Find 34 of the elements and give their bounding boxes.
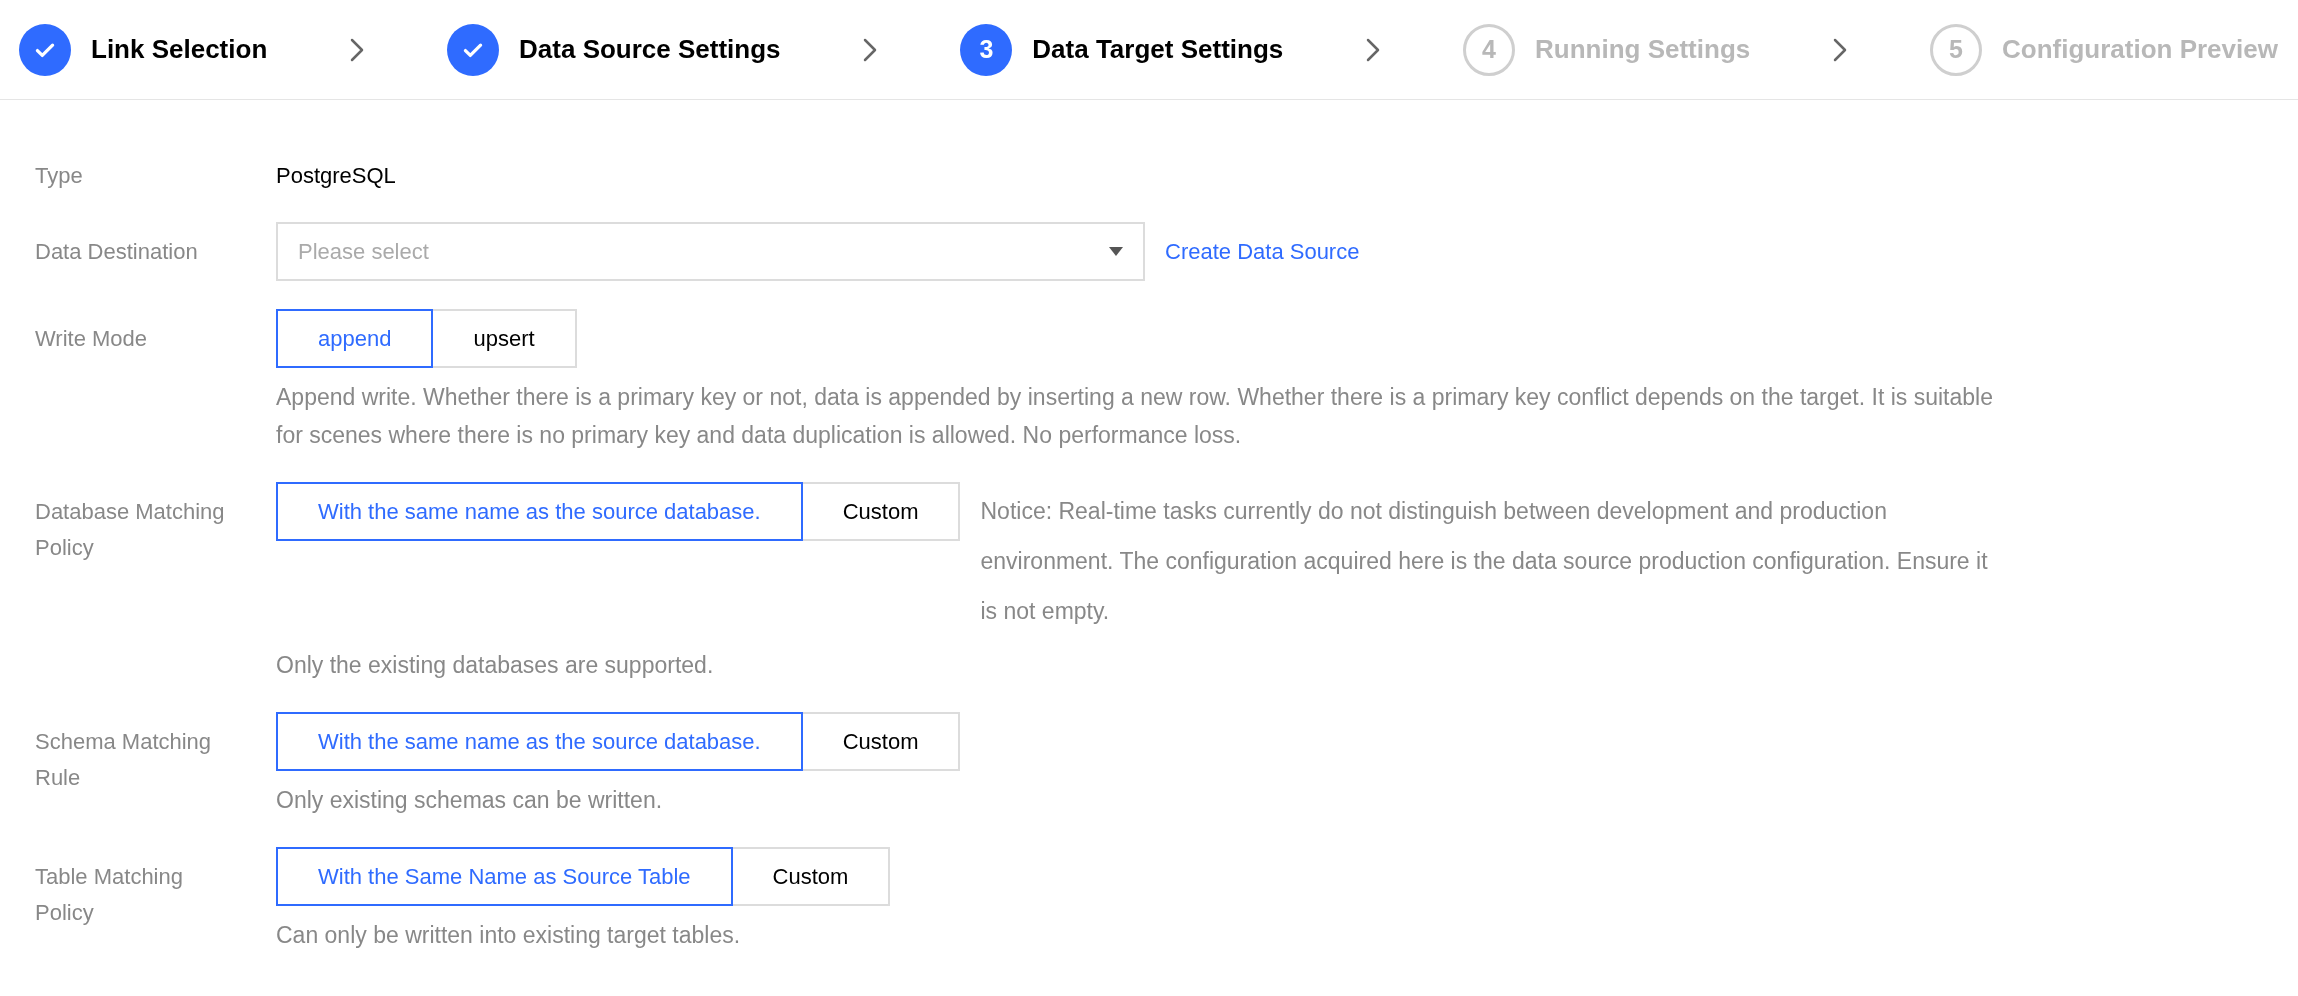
option-button[interactable]: append: [276, 309, 434, 368]
dropdown-caret-icon: [1109, 247, 1123, 256]
field-label: Table Matching Policy: [35, 863, 184, 927]
chevron-right-icon: [1365, 36, 1382, 63]
chevron-right-icon: [862, 36, 879, 63]
help-text: Append write. Whether there is a primary key or not, data is appended by inserting a new row. Whether there is a primary key conflict depends on the target. It is suitable for scenes where there is no primary key and data duplication is allowed. No performance loss.: [276, 383, 1994, 450]
help-text: Can only be written into existing target tables.: [276, 921, 742, 950]
step-number: 3: [960, 23, 1013, 76]
option-button[interactable]: With the same name as the source database.: [276, 712, 803, 771]
chevron-right-icon: [349, 36, 366, 63]
select-field[interactable]: Please select: [276, 222, 1145, 281]
option-button[interactable]: Custom: [800, 712, 961, 771]
step-label[interactable]: Data Target Settings: [1032, 30, 1284, 69]
help-text: Only existing schemas can be written.: [276, 786, 664, 815]
notice-text: Notice: Real-time tasks currently do not distinguish between development and production environment. The configuration acquired here is the data source production configuration. Ensure it is not empty.: [980, 497, 1989, 626]
step-number: 4: [1463, 23, 1516, 76]
field-label: Type: [35, 162, 84, 190]
option-button[interactable]: upsert: [431, 309, 577, 368]
option-button[interactable]: With the same name as the source database.: [276, 482, 803, 541]
step-number: 5: [1930, 23, 1982, 76]
create-data-source-link[interactable]: Create Data Source: [1165, 235, 1360, 268]
field-label: Data Destination: [35, 238, 199, 266]
field-label: Write Mode: [35, 325, 149, 353]
step-label[interactable]: Link Selection: [91, 30, 268, 69]
field-label: Database Matching Policy: [35, 498, 226, 562]
chevron-right-icon: [1832, 36, 1849, 63]
help-text: Only the existing databases are supported.: [276, 651, 715, 680]
option-button[interactable]: With the Same Name as Source Table: [276, 847, 733, 906]
select-placeholder: Please select: [298, 238, 429, 266]
option-button[interactable]: Custom: [730, 847, 891, 906]
field-label: Schema Matching Rule: [35, 728, 213, 792]
field-value: PostgreSQL: [276, 162, 397, 190]
option-button[interactable]: Custom: [800, 482, 961, 541]
step-label[interactable]: Data Source Settings: [519, 30, 781, 69]
